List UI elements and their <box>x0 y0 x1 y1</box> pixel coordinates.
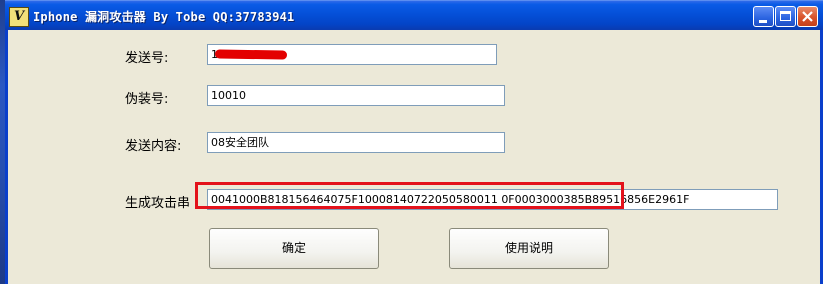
minimize-icon <box>759 20 767 23</box>
maximize-icon <box>780 11 791 21</box>
instructions-button[interactable]: 使用说明 <box>449 228 609 269</box>
title-bar[interactable]: V Iphone 漏洞攻击器 By Tobe QQ:37783941 <box>5 0 823 30</box>
close-button[interactable] <box>797 6 818 27</box>
content-field[interactable]: 08安全团队 <box>207 132 505 153</box>
disguise-field[interactable]: 10010 <box>207 85 505 106</box>
window-title: Iphone 漏洞攻击器 By Tobe QQ:37783941 <box>33 10 295 24</box>
minimize-button[interactable] <box>753 6 774 27</box>
content-label: 发送内容: <box>125 139 182 154</box>
redaction-mark <box>214 49 288 60</box>
maximize-button[interactable] <box>775 6 796 27</box>
disguise-label: 伪装号: <box>125 92 169 107</box>
attack-string-label: 生成攻击串 <box>125 196 191 211</box>
close-icon <box>802 11 813 22</box>
sender-label: 发送号: <box>125 51 169 66</box>
confirm-button[interactable]: 确定 <box>209 228 379 269</box>
app-window: V Iphone 漏洞攻击器 By Tobe QQ:37783941 发送号: … <box>5 0 823 284</box>
app-icon: V <box>9 7 29 27</box>
highlight-box <box>195 182 624 209</box>
